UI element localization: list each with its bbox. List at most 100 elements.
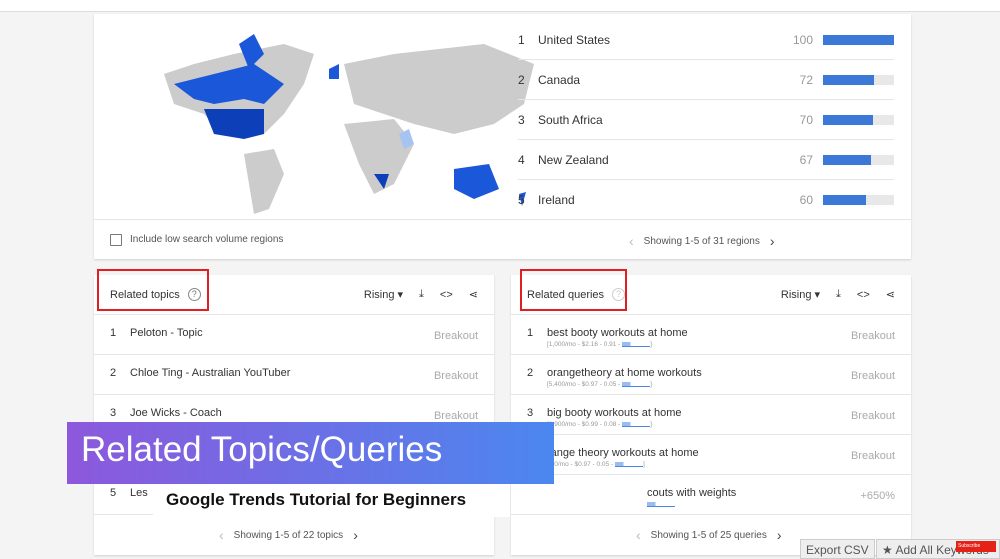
value-bar	[823, 195, 894, 205]
item-text: orangetheory at home workouts	[547, 367, 702, 379]
download-icon[interactable]: ⤓	[419, 288, 424, 301]
filter-value: Rising	[780, 289, 812, 301]
region-value: 60	[799, 193, 813, 207]
chevron-left-icon[interactable]: ‹	[219, 527, 224, 543]
share-icon[interactable]: ⋖	[886, 288, 895, 301]
item-value: Breakout	[850, 450, 895, 462]
rank: 5	[518, 193, 525, 207]
item-text: big booty workouts at home	[547, 407, 682, 419]
item-value: Breakout	[433, 370, 478, 382]
region-value: 72	[799, 72, 813, 87]
chevron-right-icon[interactable]: ›	[777, 527, 782, 543]
item-text: range theory workouts at home	[547, 447, 699, 459]
filter-dropdown[interactable]: Rising ▾	[364, 288, 403, 301]
list-item[interactable]: 3 big booty workouts at home [1,900/mo - $…	[511, 395, 911, 435]
region-name: South Africa	[538, 112, 603, 127]
chevron-left-icon[interactable]: ‹	[636, 527, 641, 543]
keyword-stats: 400/mo - $0.97 - 0.05 - ]	[547, 461, 645, 468]
list-item[interactable]: 2 orangetheory at home workouts [5,400/mo …	[511, 355, 911, 395]
value-bar	[823, 114, 894, 125]
download-icon[interactable]: ⤓	[836, 288, 841, 301]
region-value: 70	[799, 112, 813, 127]
related-queries-card: Related queries ? Rising ▾ ⤓ <> ⋖ 1 best …	[511, 269, 911, 555]
list-item[interactable]: 1 best booty workouts at home [1,000/mo - …	[511, 315, 911, 355]
trend-sparkline	[647, 501, 675, 507]
region-pager: ‹ Showing 1-5 of 31 regions ›	[629, 233, 775, 249]
rank: 2	[527, 367, 534, 379]
keyword-stats	[647, 501, 860, 508]
subscribe-badge[interactable]: Subscribe	[956, 541, 996, 552]
item-text: Peloton - Topic	[130, 327, 203, 339]
region-footer: Include low search volume regions ‹ Show…	[94, 219, 911, 259]
item-text: couts with weights	[647, 487, 737, 499]
item-value: +650%	[860, 490, 895, 502]
video-title-overlay: Related Topics/Queries	[67, 422, 554, 484]
region-name: United States	[538, 32, 611, 47]
list-item[interactable]: 1 Peloton - Topic Breakout	[94, 315, 494, 355]
region-name: Ireland	[538, 193, 575, 207]
value-bar	[823, 154, 894, 165]
region-name: Canada	[538, 72, 581, 87]
region-name: New Zealand	[538, 152, 609, 167]
rank: 2	[110, 367, 117, 379]
export-csv-button[interactable]: Export CSV	[800, 539, 875, 559]
trend-sparkline	[622, 341, 651, 347]
video-subtitle-overlay: Google Trends Tutorial for Beginners	[153, 484, 510, 517]
region-row[interactable]: 1 United States 100	[518, 20, 894, 60]
item-text: Chloe Ting - Australian YouTuber	[130, 367, 291, 379]
item-value: Breakout	[850, 330, 895, 342]
queries-pager: ‹ Showing 1-5 of 25 queries ›	[636, 527, 782, 543]
keyword-stats: [1,900/mo - $0.99 - 0.08 - ]	[547, 421, 652, 428]
rank: 2	[518, 72, 525, 87]
item-value: Breakout	[850, 370, 895, 382]
stats-text: [1,000/mo - $2.16 - 0.91 -	[547, 341, 621, 348]
chevron-right-icon[interactable]: ›	[353, 527, 358, 543]
rank: 1	[110, 327, 117, 339]
item-value: Breakout	[433, 330, 478, 342]
region-row[interactable]: 5 Ireland 60	[518, 180, 894, 220]
rank: 3	[518, 112, 525, 127]
highlight-box	[97, 269, 209, 311]
embed-icon[interactable]: <>	[440, 289, 453, 301]
rank: 4	[518, 152, 525, 167]
pager-text: Showing 1-5 of 31 regions	[643, 235, 760, 247]
low-volume-label: Include low search volume regions	[130, 234, 284, 245]
embed-icon[interactable]: <>	[857, 289, 870, 301]
stats-text: 400/mo - $0.97 - 0.05 -	[547, 461, 614, 468]
share-icon[interactable]: ⋖	[469, 288, 478, 301]
filter-dropdown[interactable]: Rising ▾	[781, 288, 820, 301]
value-bar	[823, 74, 894, 85]
pager-text: Showing 1-5 of 22 topics	[233, 529, 344, 541]
region-list: 1 United States 100 2 Canada 72 3 South Afric…	[518, 20, 894, 220]
star-icon: ★	[882, 543, 896, 557]
list-item[interactable]: couts with weights +650%	[511, 475, 911, 515]
region-value: 67	[799, 152, 813, 167]
value-bar	[823, 34, 894, 45]
interest-by-region-card: 1 United States 100 2 Canada 72 3 South Afric…	[94, 14, 911, 259]
world-map[interactable]	[154, 24, 544, 219]
top-bar	[0, 0, 1000, 12]
list-item[interactable]: range theory workouts at home 400/mo - $0…	[511, 435, 911, 475]
chevron-left-icon[interactable]: ‹	[629, 233, 634, 249]
pager-text: Showing 1-5 of 25 queries	[650, 529, 767, 541]
region-value: 100	[792, 32, 813, 47]
filter-value: Rising	[363, 289, 395, 301]
keyword-stats: [1,000/mo - $2.16 - 0.91 - ]	[547, 341, 652, 348]
region-row[interactable]: 2 Canada 72	[518, 60, 894, 100]
trend-sparkline	[614, 461, 643, 467]
item-text: best booty workouts at home	[547, 327, 688, 339]
item-value: Breakout	[850, 410, 895, 422]
region-row[interactable]: 4 New Zealand 67	[518, 140, 894, 180]
list-item[interactable]: 2 Chloe Ting - Australian YouTuber Breakou…	[94, 355, 494, 395]
stats-text: [1,900/mo - $0.99 - 0.08 -	[547, 421, 621, 428]
trend-sparkline	[622, 381, 651, 387]
region-row[interactable]: 3 South Africa 70	[518, 100, 894, 140]
keyword-stats: [5,400/mo - $0.97 - 0.05 - ]	[547, 381, 652, 388]
highlight-box	[520, 269, 627, 311]
chevron-right-icon[interactable]: ›	[770, 233, 775, 249]
trend-sparkline	[622, 421, 651, 427]
rank: 1	[518, 32, 525, 47]
low-volume-checkbox[interactable]	[110, 233, 122, 246]
stats-text: [5,400/mo - $0.97 - 0.05 -	[547, 381, 621, 388]
topics-pager: ‹ Showing 1-5 of 22 topics ›	[219, 527, 358, 543]
